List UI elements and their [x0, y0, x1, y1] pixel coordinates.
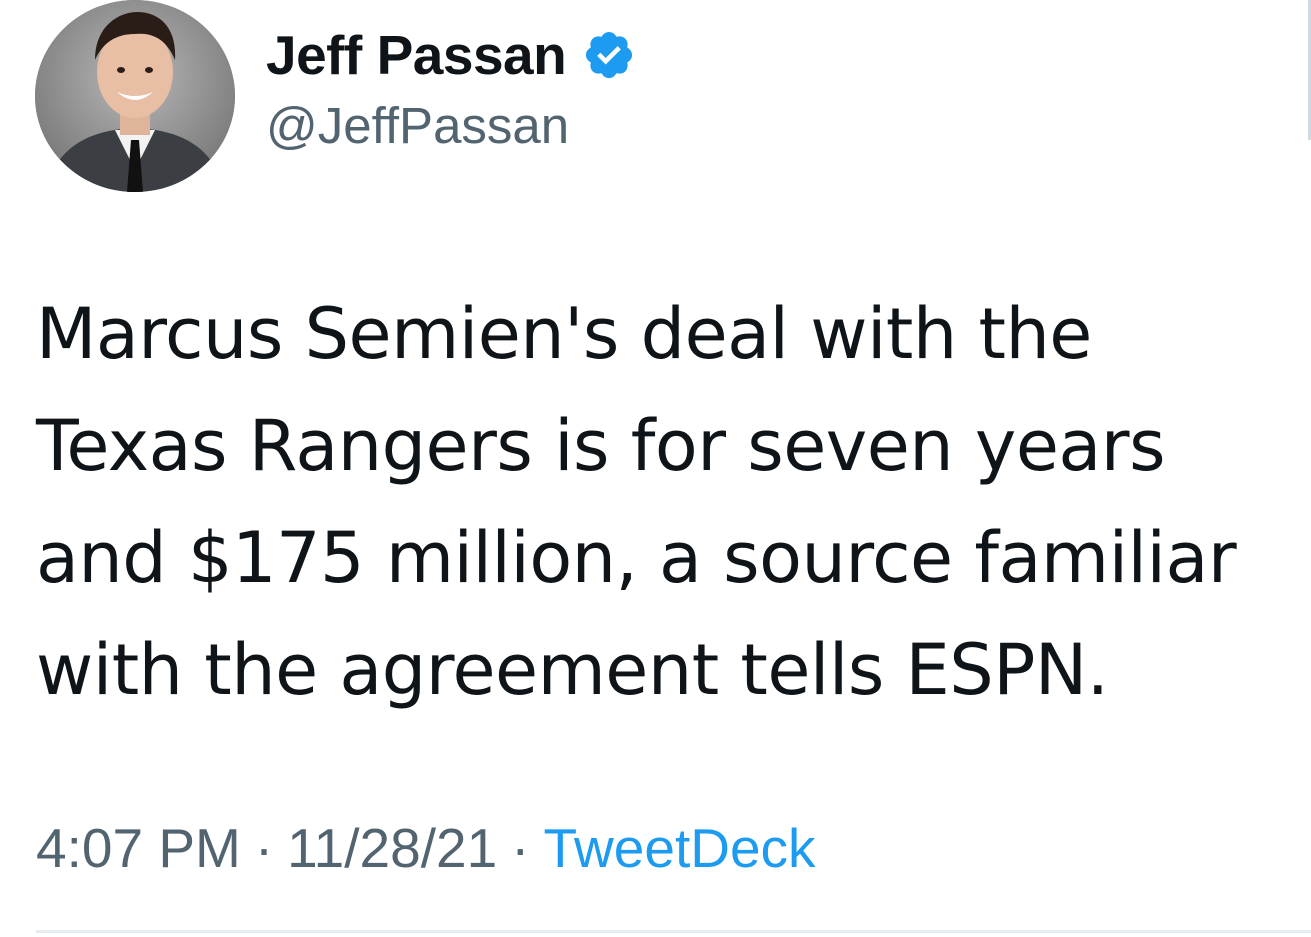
avatar-photo [35, 0, 235, 192]
tweet-date[interactable]: 11/28/21 [287, 817, 497, 879]
tweet-card: Jeff Passan @JeffPassan Marcus Semien's … [0, 0, 1311, 937]
author-handle[interactable]: @JeffPassan [266, 100, 569, 151]
tweet-meta: 4:07 PM · 11/28/21 · TweetDeck [36, 815, 816, 881]
tweet-body-text: Marcus Semien's deal with the Texas Rang… [36, 293, 1237, 711]
author-display-name[interactable]: Jeff Passan [266, 27, 567, 83]
meta-separator: · [511, 817, 530, 879]
divider [36, 930, 1311, 933]
author-avatar[interactable] [35, 0, 235, 192]
verified-badge-icon [582, 28, 636, 82]
author-name-row: Jeff Passan [266, 22, 636, 88]
tweet-source-link[interactable]: TweetDeck [544, 817, 816, 879]
tweet-time[interactable]: 4:07 PM [36, 817, 241, 879]
meta-separator: · [254, 817, 274, 879]
